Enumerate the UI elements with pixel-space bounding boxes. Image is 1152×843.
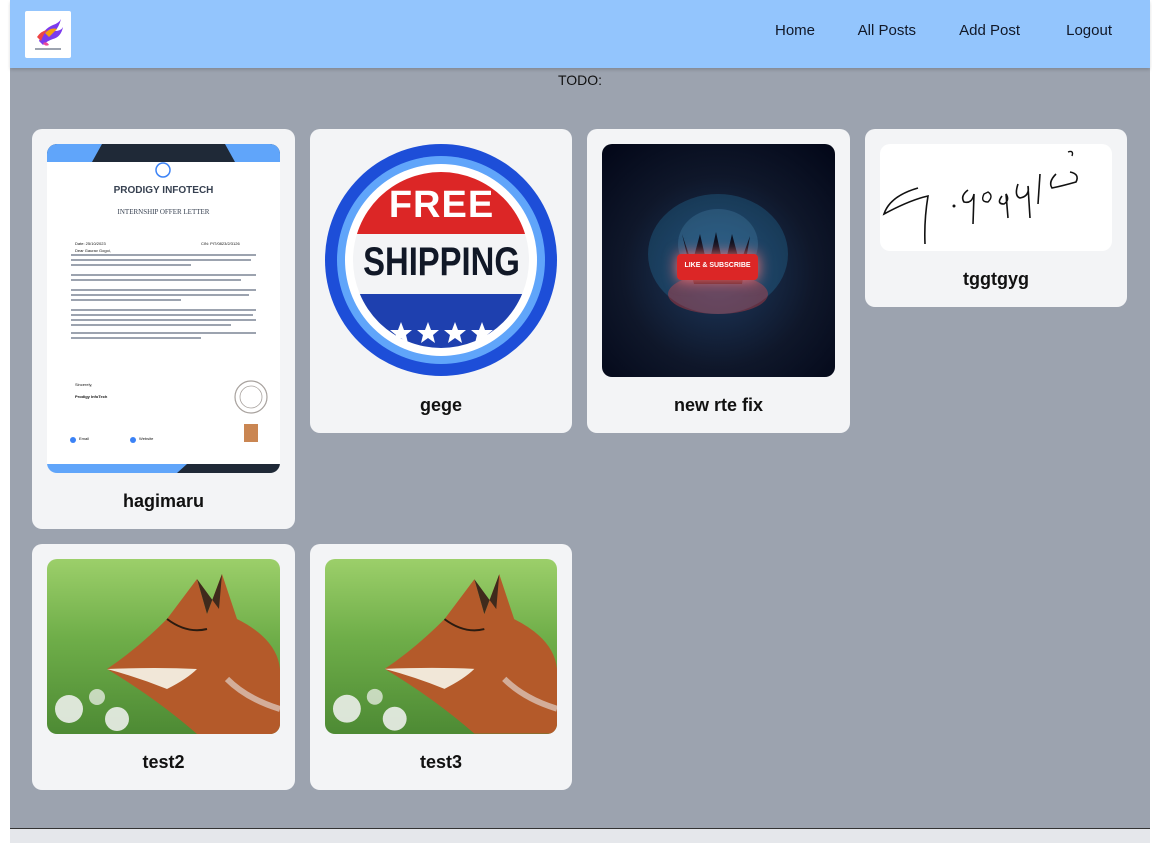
fox-graphic xyxy=(332,574,557,734)
post-card-new-rte-fix[interactable]: LIKE & SUBSCRIBE new rte fix xyxy=(587,129,850,433)
signature-graphic xyxy=(882,150,1078,245)
like-subscribe-text: LIKE & SUBSCRIBE xyxy=(684,262,751,269)
fox-photo xyxy=(325,559,557,734)
letter-heading: INTERNSHIP OFFER LETTER xyxy=(117,208,210,216)
letter-signer: Prodigy InfoTech xyxy=(75,394,108,399)
post-title: hagimaru xyxy=(122,491,205,511)
logo[interactable] xyxy=(25,11,71,58)
post-title: test3 xyxy=(419,752,463,772)
footer xyxy=(10,828,1150,843)
fox-photo xyxy=(47,559,280,734)
badge-free-text: FREE xyxy=(388,184,495,226)
post-title: test2 xyxy=(142,752,185,772)
like-subscribe-image: LIKE & SUBSCRIBE xyxy=(602,144,835,377)
post-card-gege[interactable]: FREE SHIPPING gege xyxy=(310,129,572,433)
post-card-hagimaru[interactable]: PRODIGY INFOTECH INTERNSHIP OFFER LETTER… xyxy=(32,129,295,529)
nav-add-post[interactable]: Add Post xyxy=(959,22,1020,39)
post-card-tggtgyg[interactable]: tggtgyg xyxy=(865,129,1127,307)
free-shipping-badge: FREE SHIPPING xyxy=(325,144,558,377)
letter-email-label: Email xyxy=(79,436,90,441)
nav-home[interactable]: Home xyxy=(775,22,815,39)
navbar: Home All Posts Add Post Logout xyxy=(10,0,1150,68)
post-title: new rte fix xyxy=(673,395,764,415)
todo-label: TODO: xyxy=(557,72,603,88)
nav-all-posts[interactable]: All Posts xyxy=(858,22,916,39)
letter-signoff: Sincerely, xyxy=(75,382,93,387)
letter-date: Date: 25/10/2023 xyxy=(75,241,106,246)
post-title: gege xyxy=(419,395,462,415)
letter-website-label: Website xyxy=(139,436,154,441)
letter-company: PRODIGY INFOTECH xyxy=(113,185,214,196)
post-card-test2[interactable]: test2 xyxy=(32,544,295,790)
signature-image xyxy=(880,144,1112,251)
offer-letter-image: PRODIGY INFOTECH INTERNSHIP OFFER LETTER… xyxy=(47,144,280,473)
badge-shipping-text: SHIPPING xyxy=(363,240,520,284)
bird-logo-icon xyxy=(35,19,63,50)
nav-logout[interactable]: Logout xyxy=(1066,22,1112,39)
post-title: tggtgyg xyxy=(963,269,1029,289)
letter-cin: CIN: PIT/0823/2/3126 xyxy=(201,241,240,246)
letter-greeting: Dear Gaurav Gogoi, xyxy=(75,248,111,253)
post-card-test3[interactable]: test3 xyxy=(310,544,572,790)
fox-graphic xyxy=(55,574,280,734)
